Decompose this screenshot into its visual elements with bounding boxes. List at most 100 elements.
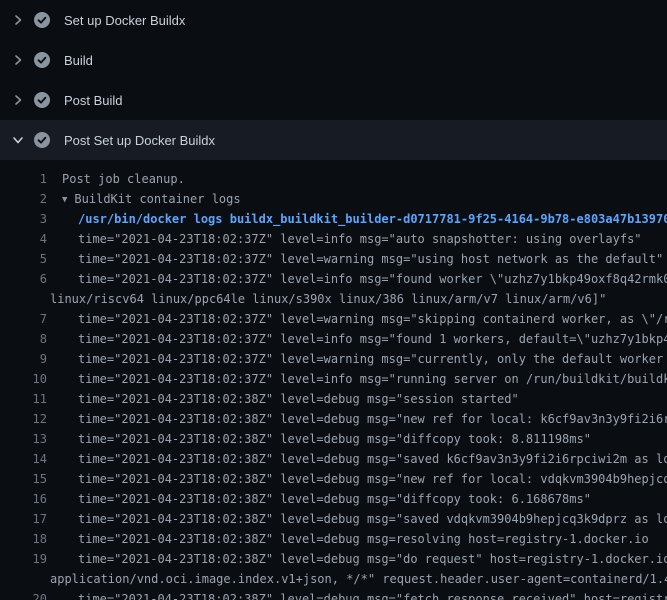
log-line-text: time="2021-04-23T18:02:38Z" level=debug … bbox=[47, 529, 667, 549]
log-viewer: 1 Post job cleanup. 2 ▼BuildKit containe… bbox=[0, 160, 667, 600]
chevron-down-icon bbox=[12, 134, 24, 146]
log-line: 15 time="2021-04-23T18:02:38Z" level=deb… bbox=[0, 469, 667, 489]
log-message: time="2021-04-23T18:02:38Z" level=debug … bbox=[78, 492, 591, 506]
line-number[interactable]: 3 bbox=[0, 209, 47, 229]
chevron-right-icon bbox=[12, 94, 24, 106]
log-line-text: time="2021-04-23T18:02:37Z" level=warnin… bbox=[47, 249, 667, 269]
log-message: BuildKit container logs bbox=[74, 192, 240, 206]
line-number[interactable]: 15 bbox=[0, 469, 47, 489]
log-line: 3 /usr/bin/docker logs buildx_buildkit_b… bbox=[0, 209, 667, 229]
log-line: 19 time="2021-04-23T18:02:38Z" level=deb… bbox=[0, 549, 667, 569]
log-message: time="2021-04-23T18:02:37Z" level=warnin… bbox=[78, 252, 663, 266]
log-line-text: time="2021-04-23T18:02:38Z" level=debug … bbox=[47, 489, 667, 509]
log-line: 17 time="2021-04-23T18:02:38Z" level=deb… bbox=[0, 509, 667, 529]
log-message: time="2021-04-23T18:02:38Z" level=debug … bbox=[78, 452, 667, 466]
log-line: 10 time="2021-04-23T18:02:37Z" level=inf… bbox=[0, 369, 667, 389]
log-message: time="2021-04-23T18:02:38Z" level=debug … bbox=[78, 512, 667, 526]
line-number[interactable]: 11 bbox=[0, 389, 47, 409]
line-number[interactable] bbox=[0, 289, 47, 309]
step-header-post-build[interactable]: Post Build bbox=[0, 80, 667, 120]
log-line-text: linux/riscv64 linux/ppc64le linux/s390x … bbox=[47, 289, 667, 309]
log-line-text: application/vnd.oci.image.index.v1+json,… bbox=[47, 569, 667, 589]
line-number[interactable]: 12 bbox=[0, 409, 47, 429]
log-line-text: ▼BuildKit container logs bbox=[47, 189, 667, 209]
log-line: 20 time="2021-04-23T18:02:38Z" level=deb… bbox=[0, 589, 667, 600]
log-line: 7 time="2021-04-23T18:02:37Z" level=warn… bbox=[0, 309, 667, 329]
line-number[interactable]: 17 bbox=[0, 509, 47, 529]
log-message: /usr/bin/docker logs buildx_buildkit_bui… bbox=[78, 212, 667, 226]
line-number[interactable]: 8 bbox=[0, 329, 47, 349]
log-line-text: time="2021-04-23T18:02:37Z" level=info m… bbox=[47, 229, 667, 249]
log-line: 8 time="2021-04-23T18:02:37Z" level=info… bbox=[0, 329, 667, 349]
check-circle-icon bbox=[34, 92, 50, 108]
step-header-build[interactable]: Build bbox=[0, 40, 667, 80]
chevron-right-icon bbox=[12, 14, 24, 26]
line-number[interactable]: 13 bbox=[0, 429, 47, 449]
log-line-text: time="2021-04-23T18:02:38Z" level=debug … bbox=[47, 549, 667, 569]
log-line: 14 time="2021-04-23T18:02:38Z" level=deb… bbox=[0, 449, 667, 469]
line-number[interactable] bbox=[0, 569, 47, 589]
log-line: 11 time="2021-04-23T18:02:38Z" level=deb… bbox=[0, 389, 667, 409]
log-line-text: time="2021-04-23T18:02:38Z" level=debug … bbox=[47, 509, 667, 529]
log-line-text: time="2021-04-23T18:02:37Z" level=info m… bbox=[47, 369, 667, 389]
log-message: time="2021-04-23T18:02:37Z" level=warnin… bbox=[78, 352, 667, 366]
line-number[interactable]: 1 bbox=[0, 169, 47, 189]
log-message: application/vnd.oci.image.index.v1+json,… bbox=[50, 572, 667, 586]
log-line-text: time="2021-04-23T18:02:37Z" level=info m… bbox=[47, 269, 667, 289]
log-line: application/vnd.oci.image.index.v1+json,… bbox=[0, 569, 667, 589]
log-line: 1 Post job cleanup. bbox=[0, 169, 667, 189]
log-line-text: Post job cleanup. bbox=[47, 169, 667, 189]
chevron-container bbox=[12, 54, 34, 66]
line-number[interactable]: 19 bbox=[0, 549, 47, 569]
log-line: 2 ▼BuildKit container logs bbox=[0, 189, 667, 209]
log-message: Post job cleanup. bbox=[62, 172, 185, 186]
actions-log-panel: Set up Docker Buildx Build bbox=[0, 0, 667, 600]
chevron-right-icon bbox=[12, 54, 24, 66]
log-line: linux/riscv64 linux/ppc64le linux/s390x … bbox=[0, 289, 667, 309]
line-number[interactable]: 7 bbox=[0, 309, 47, 329]
line-number[interactable]: 16 bbox=[0, 489, 47, 509]
log-line: 9 time="2021-04-23T18:02:37Z" level=warn… bbox=[0, 349, 667, 369]
log-message: time="2021-04-23T18:02:37Z" level=info m… bbox=[78, 372, 667, 386]
line-number[interactable]: 2 bbox=[0, 189, 47, 209]
log-message: time="2021-04-23T18:02:38Z" level=debug … bbox=[78, 412, 667, 426]
line-number[interactable]: 5 bbox=[0, 249, 47, 269]
log-line-text: /usr/bin/docker logs buildx_buildkit_bui… bbox=[47, 209, 667, 229]
step-header-set-up-docker-buildx[interactable]: Set up Docker Buildx bbox=[0, 0, 667, 40]
log-message: time="2021-04-23T18:02:38Z" level=debug … bbox=[78, 392, 519, 406]
log-message: time="2021-04-23T18:02:38Z" level=debug … bbox=[78, 552, 667, 566]
line-number[interactable]: 14 bbox=[0, 449, 47, 469]
step-name-label: Post Set up Docker Buildx bbox=[64, 133, 215, 148]
chevron-container bbox=[12, 14, 34, 26]
log-message: time="2021-04-23T18:02:37Z" level=info m… bbox=[78, 232, 642, 246]
log-line-text: time="2021-04-23T18:02:38Z" level=debug … bbox=[47, 449, 667, 469]
step-name-label: Build bbox=[64, 53, 93, 68]
log-line: 6 time="2021-04-23T18:02:37Z" level=info… bbox=[0, 269, 667, 289]
log-line: 4 time="2021-04-23T18:02:37Z" level=info… bbox=[0, 229, 667, 249]
line-number[interactable]: 9 bbox=[0, 349, 47, 369]
log-line: 5 time="2021-04-23T18:02:37Z" level=warn… bbox=[0, 249, 667, 269]
line-number[interactable]: 18 bbox=[0, 529, 47, 549]
line-number[interactable]: 10 bbox=[0, 369, 47, 389]
line-number[interactable]: 4 bbox=[0, 229, 47, 249]
check-circle-icon bbox=[34, 132, 50, 148]
log-line-text: time="2021-04-23T18:02:38Z" level=debug … bbox=[47, 409, 667, 429]
check-circle-icon bbox=[34, 52, 50, 68]
step-name-label: Post Build bbox=[64, 93, 123, 108]
log-message: time="2021-04-23T18:02:38Z" level=debug … bbox=[78, 592, 667, 600]
line-number[interactable]: 20 bbox=[0, 589, 47, 600]
log-message: time="2021-04-23T18:02:37Z" level=warnin… bbox=[78, 312, 667, 326]
chevron-container bbox=[12, 94, 34, 106]
log-line: 18 time="2021-04-23T18:02:38Z" level=deb… bbox=[0, 529, 667, 549]
step-header-post-set-up-docker-buildx[interactable]: Post Set up Docker Buildx bbox=[0, 120, 667, 160]
log-message: time="2021-04-23T18:02:37Z" level=info m… bbox=[78, 272, 667, 286]
log-line-text: time="2021-04-23T18:02:37Z" level=info m… bbox=[47, 329, 667, 349]
step-list: Set up Docker Buildx Build bbox=[0, 0, 667, 160]
log-message: time="2021-04-23T18:02:37Z" level=info m… bbox=[78, 332, 667, 346]
log-message: time="2021-04-23T18:02:38Z" level=debug … bbox=[78, 472, 667, 486]
log-line-text: time="2021-04-23T18:02:38Z" level=debug … bbox=[47, 469, 667, 489]
log-message: time="2021-04-23T18:02:38Z" level=debug … bbox=[78, 532, 649, 546]
triangle-down-icon[interactable]: ▼ bbox=[62, 195, 74, 205]
log-line: 12 time="2021-04-23T18:02:38Z" level=deb… bbox=[0, 409, 667, 429]
line-number[interactable]: 6 bbox=[0, 269, 47, 289]
